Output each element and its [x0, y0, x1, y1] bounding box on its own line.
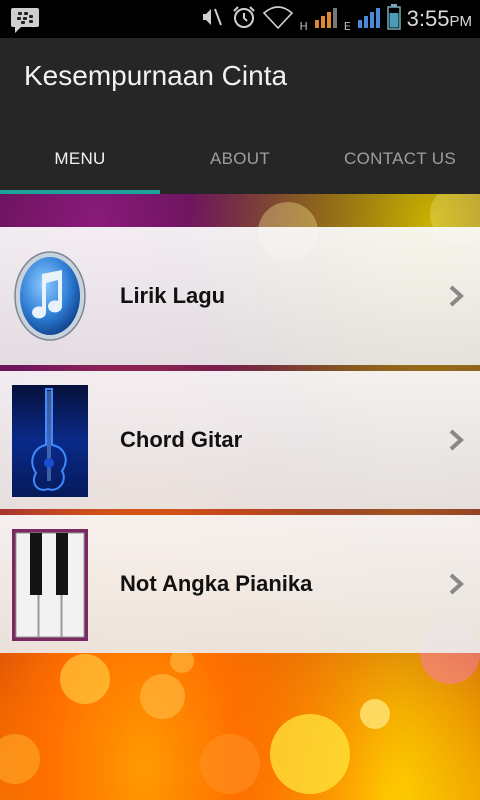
tab-contact-us-label: CONTACT US: [344, 149, 456, 168]
alarm-icon: [231, 4, 257, 34]
piano-keys-icon: [12, 529, 88, 641]
mute-icon: [201, 5, 225, 33]
chevron-right-icon: [449, 285, 464, 307]
status-time: 3:55PM: [406, 6, 472, 31]
network-type-label-2: E: [343, 19, 351, 33]
chevron-right-icon: [449, 573, 464, 595]
tab-menu[interactable]: MENU: [0, 124, 160, 194]
menu-item-label: Not Angka Pianika: [120, 571, 313, 596]
guitar-icon: [12, 385, 88, 497]
menu-item-label: Lirik Lagu: [120, 283, 226, 308]
menu-item-lirik-lagu[interactable]: Lirik Lagu: [0, 227, 480, 365]
tab-about[interactable]: ABOUT: [160, 124, 320, 194]
network-type-label: H: [299, 19, 308, 33]
app-title: Kesempurnaan Cinta: [24, 60, 288, 91]
tab-bar: MENU ABOUT CONTACT US: [0, 124, 480, 194]
menu-item-label: Chord Gitar: [120, 427, 243, 452]
tab-about-label: ABOUT: [209, 149, 271, 168]
menu-item-not-angka-pianika[interactable]: Not Angka Pianika: [0, 515, 480, 653]
tab-contact-us[interactable]: CONTACT US: [320, 124, 480, 194]
signal-icon-2: [357, 5, 381, 33]
status-bar: H E 3:55PM: [0, 0, 480, 38]
action-bar: Kesempurnaan Cinta: [0, 38, 480, 124]
wifi-icon: [263, 5, 294, 33]
tab-menu-label: MENU: [54, 149, 106, 168]
menu-item-chord-gitar[interactable]: Chord Gitar: [0, 371, 480, 509]
bbm-icon: [10, 6, 40, 38]
music-note-icon: [14, 244, 86, 348]
signal-icon: [314, 5, 338, 33]
battery-icon: [386, 4, 401, 34]
chevron-right-icon: [449, 429, 464, 451]
